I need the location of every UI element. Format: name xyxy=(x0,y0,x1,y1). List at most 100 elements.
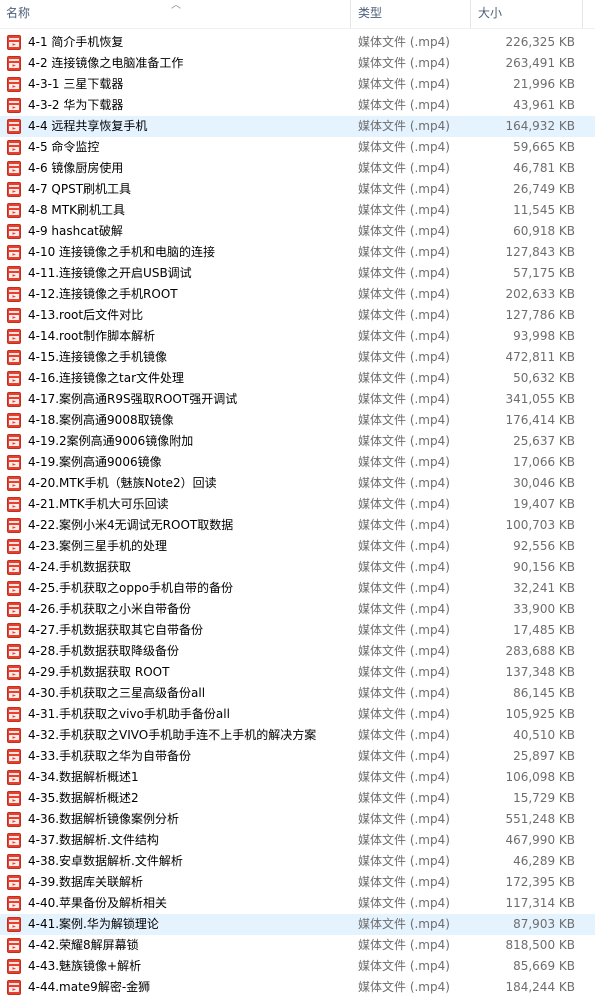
file-row[interactable]: 4-21.MTK手机大可乐回读 媒体文件 (.mp4) 19,407 KB xyxy=(0,494,595,515)
file-type: 媒体文件 (.mp4) xyxy=(358,392,450,406)
file-row[interactable]: 4-3-1 三星下载器 媒体文件 (.mp4) 21,996 KB xyxy=(0,74,595,95)
file-row[interactable]: 4-22.案例小米4无调试无ROOT取数据 媒体文件 (.mp4) 100,703 … xyxy=(0,515,595,536)
mp4-file-icon xyxy=(7,392,21,407)
file-name: 4-17.案例高通R9S强取ROOT强开调试 xyxy=(28,392,238,406)
file-name: 4-41.案例.华为解锁理论 xyxy=(28,917,159,931)
mp4-file-icon xyxy=(7,518,21,533)
column-divider[interactable] xyxy=(582,0,583,28)
file-row[interactable]: 4-24.手机数据获取 媒体文件 (.mp4) 90,156 KB xyxy=(0,557,595,578)
mp4-file-icon xyxy=(7,56,21,71)
file-type: 媒体文件 (.mp4) xyxy=(358,287,450,301)
file-name: 4-40.苹果备份及解析相关 xyxy=(28,896,168,910)
mp4-file-icon xyxy=(7,161,21,176)
mp4-file-icon xyxy=(7,812,21,827)
file-row[interactable]: 4-16.连接镜像之tar文件处理 媒体文件 (.mp4) 50,632 KB xyxy=(0,368,595,389)
file-size: 341,055 KB xyxy=(505,392,575,406)
file-size: 25,897 KB xyxy=(513,749,575,763)
file-name: 4-20.MTK手机（魅族Note2）回读 xyxy=(28,476,217,490)
mp4-file-icon xyxy=(7,35,21,50)
file-name: 4-9 hashcat破解 xyxy=(28,224,123,238)
file-row[interactable]: 4-41.案例.华为解锁理论 媒体文件 (.mp4) 87,903 KB xyxy=(0,914,595,935)
file-name: 4-6 镜像厨房使用 xyxy=(28,161,124,175)
mp4-file-icon xyxy=(7,434,21,449)
file-name: 4-38.安卓数据解析.文件解析 xyxy=(28,854,183,868)
file-row[interactable]: 4-12.连接镜像之手机ROOT 媒体文件 (.mp4) 202,633 KB xyxy=(0,284,595,305)
mp4-file-icon xyxy=(7,875,21,890)
file-name: 4-22.案例小米4无调试无ROOT取数据 xyxy=(28,518,234,532)
column-header-bar: 名称 ︿ 类型 大小 xyxy=(0,0,595,28)
column-header-type[interactable]: 类型 xyxy=(352,0,470,28)
file-type: 媒体文件 (.mp4) xyxy=(358,245,450,259)
file-row[interactable]: 4-2 连接镜像之电脑准备工作 媒体文件 (.mp4) 263,491 KB xyxy=(0,53,595,74)
file-row[interactable]: 4-32.手机获取之VIVO手机助手连不上手机的解决方案 媒体文件 (.mp4) 4… xyxy=(0,725,595,746)
file-type: 媒体文件 (.mp4) xyxy=(358,623,450,637)
file-size: 87,903 KB xyxy=(513,917,575,931)
mp4-file-icon xyxy=(7,728,21,743)
file-row[interactable]: 4-35.数据解析概述2 媒体文件 (.mp4) 15,729 KB xyxy=(0,788,595,809)
file-row[interactable]: 4-15.连接镜像之手机镜像 媒体文件 (.mp4) 472,811 KB xyxy=(0,347,595,368)
file-row[interactable]: 4-19.案例高通9006镜像 媒体文件 (.mp4) 17,066 KB xyxy=(0,452,595,473)
file-row[interactable]: 4-14.root制作脚本解析 媒体文件 (.mp4) 93,998 KB xyxy=(0,326,595,347)
mp4-file-icon xyxy=(7,245,21,260)
file-row[interactable]: 4-31.手机获取之vivo手机助手备份all 媒体文件 (.mp4) 105,92… xyxy=(0,704,595,725)
file-row[interactable]: 4-44.mate9解密-金狮 媒体文件 (.mp4) 184,244 KB xyxy=(0,977,595,998)
file-row[interactable]: 4-38.安卓数据解析.文件解析 媒体文件 (.mp4) 46,289 KB xyxy=(0,851,595,872)
file-name: 4-19.案例高通9006镜像 xyxy=(28,455,162,469)
file-row[interactable]: 4-43.魅族镜像+解析 媒体文件 (.mp4) 85,669 KB xyxy=(0,956,595,977)
file-row[interactable]: 4-33.手机获取之华为自带备份 媒体文件 (.mp4) 25,897 KB xyxy=(0,746,595,767)
file-row[interactable]: 4-13.root后文件对比 媒体文件 (.mp4) 127,786 KB xyxy=(0,305,595,326)
file-size: 50,632 KB xyxy=(513,371,575,385)
mp4-file-icon xyxy=(7,665,21,680)
mp4-file-icon xyxy=(7,371,21,386)
file-type: 媒体文件 (.mp4) xyxy=(358,581,450,595)
file-row[interactable]: 4-3-2 华为下载器 媒体文件 (.mp4) 43,961 KB xyxy=(0,95,595,116)
file-size: 30,046 KB xyxy=(513,476,575,490)
file-row[interactable]: 4-20.MTK手机（魅族Note2）回读 媒体文件 (.mp4) 30,046 K… xyxy=(0,473,595,494)
file-row[interactable]: 4-42.荣耀8解屏幕锁 媒体文件 (.mp4) 818,500 KB xyxy=(0,935,595,956)
file-row[interactable]: 4-23.案例三星手机的处理 媒体文件 (.mp4) 92,556 KB xyxy=(0,536,595,557)
column-divider[interactable] xyxy=(470,0,471,28)
file-row[interactable]: 4-26.手机获取之小米自带备份 媒体文件 (.mp4) 33,900 KB xyxy=(0,599,595,620)
file-type: 媒体文件 (.mp4) xyxy=(358,476,450,490)
file-row[interactable]: 4-36.数据解析镜像案例分析 媒体文件 (.mp4) 551,248 KB xyxy=(0,809,595,830)
file-row[interactable]: 4-25.手机获取之oppo手机自带的备份 媒体文件 (.mp4) 32,241 K… xyxy=(0,578,595,599)
file-row[interactable]: 4-10 连接镜像之手机和电脑的连接 媒体文件 (.mp4) 127,843 KB xyxy=(0,242,595,263)
file-type: 媒体文件 (.mp4) xyxy=(358,539,450,553)
file-size: 19,407 KB xyxy=(513,497,575,511)
mp4-file-icon xyxy=(7,602,21,617)
file-size: 40,510 KB xyxy=(513,728,575,742)
column-header-size[interactable]: 大小 xyxy=(472,0,582,28)
file-row[interactable]: 4-27.手机数据获取其它自带备份 媒体文件 (.mp4) 17,485 KB xyxy=(0,620,595,641)
file-row[interactable]: 4-1 简介手机恢复 媒体文件 (.mp4) 226,325 KB xyxy=(0,32,595,53)
file-row[interactable]: 4-19.2案例高通9006镜像附加 媒体文件 (.mp4) 25,637 KB xyxy=(0,431,595,452)
mp4-file-icon xyxy=(7,497,21,512)
file-row[interactable]: 4-34.数据解析概述1 媒体文件 (.mp4) 106,098 KB xyxy=(0,767,595,788)
mp4-file-icon xyxy=(7,266,21,281)
file-name: 4-34.数据解析概述1 xyxy=(28,770,139,784)
file-row[interactable]: 4-39.数据库关联解析 媒体文件 (.mp4) 172,395 KB xyxy=(0,872,595,893)
file-type: 媒体文件 (.mp4) xyxy=(358,896,450,910)
mp4-file-icon xyxy=(7,854,21,869)
file-row[interactable]: 4-7 QPST刷机工具 媒体文件 (.mp4) 26,749 KB xyxy=(0,179,595,200)
file-row[interactable]: 4-6 镜像厨房使用 媒体文件 (.mp4) 46,781 KB xyxy=(0,158,595,179)
file-row[interactable]: 4-9 hashcat破解 媒体文件 (.mp4) 60,918 KB xyxy=(0,221,595,242)
file-row[interactable]: 4-40.苹果备份及解析相关 媒体文件 (.mp4) 117,314 KB xyxy=(0,893,595,914)
column-divider[interactable] xyxy=(350,0,351,28)
file-size: 117,314 KB xyxy=(505,896,575,910)
file-row[interactable]: 4-18.案例高通9008取镜像 媒体文件 (.mp4) 176,414 KB xyxy=(0,410,595,431)
file-name: 4-25.手机获取之oppo手机自带的备份 xyxy=(28,581,233,595)
file-row[interactable]: 4-11.连接镜像之开启USB调试 媒体文件 (.mp4) 57,175 KB xyxy=(0,263,595,284)
file-type: 媒体文件 (.mp4) xyxy=(358,119,450,133)
file-row[interactable]: 4-29.手机数据获取 ROOT 媒体文件 (.mp4) 137,348 KB xyxy=(0,662,595,683)
file-row[interactable]: 4-8 MTK刷机工具 媒体文件 (.mp4) 11,545 KB xyxy=(0,200,595,221)
file-row[interactable]: 4-37.数据解析.文件结构 媒体文件 (.mp4) 467,990 KB xyxy=(0,830,595,851)
file-row[interactable]: 4-30.手机获取之三星高级备份all 媒体文件 (.mp4) 86,145 KB xyxy=(0,683,595,704)
file-type: 媒体文件 (.mp4) xyxy=(358,434,450,448)
file-size: 90,156 KB xyxy=(513,560,575,574)
file-row[interactable]: 4-28.手机数据获取降级备份 媒体文件 (.mp4) 283,688 KB xyxy=(0,641,595,662)
file-row[interactable]: 4-4 远程共享恢复手机 媒体文件 (.mp4) 164,932 KB xyxy=(0,116,595,137)
file-row[interactable]: 4-5 命令监控 媒体文件 (.mp4) 59,665 KB xyxy=(0,137,595,158)
file-row[interactable]: 4-17.案例高通R9S强取ROOT强开调试 媒体文件 (.mp4) 341,055… xyxy=(0,389,595,410)
file-name: 4-2 连接镜像之电脑准备工作 xyxy=(28,56,184,70)
file-size: 263,491 KB xyxy=(505,56,575,70)
